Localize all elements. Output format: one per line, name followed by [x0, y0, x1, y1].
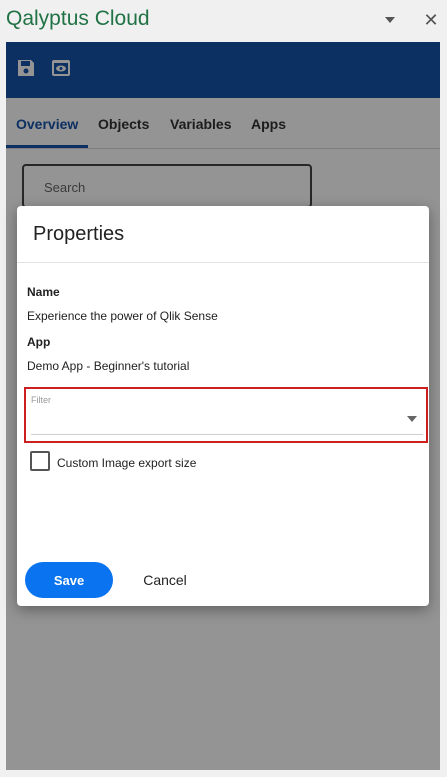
- app-value: Demo App - Beginner's tutorial: [27, 359, 190, 373]
- chevron-down-icon[interactable]: [404, 411, 420, 427]
- app-label: App: [27, 335, 51, 349]
- name-value: Experience the power of Qlik Sense: [27, 309, 218, 323]
- dialog-divider: [17, 262, 429, 263]
- custom-export-size-checkbox[interactable]: [30, 451, 50, 471]
- caret-down-icon[interactable]: [378, 8, 402, 32]
- app-title: Qalyptus Cloud: [6, 7, 150, 30]
- cancel-button[interactable]: Cancel: [132, 562, 198, 598]
- close-icon[interactable]: ✕: [419, 8, 443, 32]
- dialog-title: Properties: [33, 223, 125, 245]
- filter-select[interactable]: Filter: [24, 387, 428, 443]
- properties-dialog: Properties Name Experience the power of …: [17, 206, 429, 606]
- filter-underline: [31, 434, 423, 435]
- save-button[interactable]: Save: [25, 562, 113, 598]
- custom-export-size-label: Custom Image export size: [57, 456, 197, 470]
- title-bar: Qalyptus Cloud ✕: [0, 0, 447, 42]
- filter-label: Filter: [31, 395, 51, 405]
- name-label: Name: [27, 285, 60, 299]
